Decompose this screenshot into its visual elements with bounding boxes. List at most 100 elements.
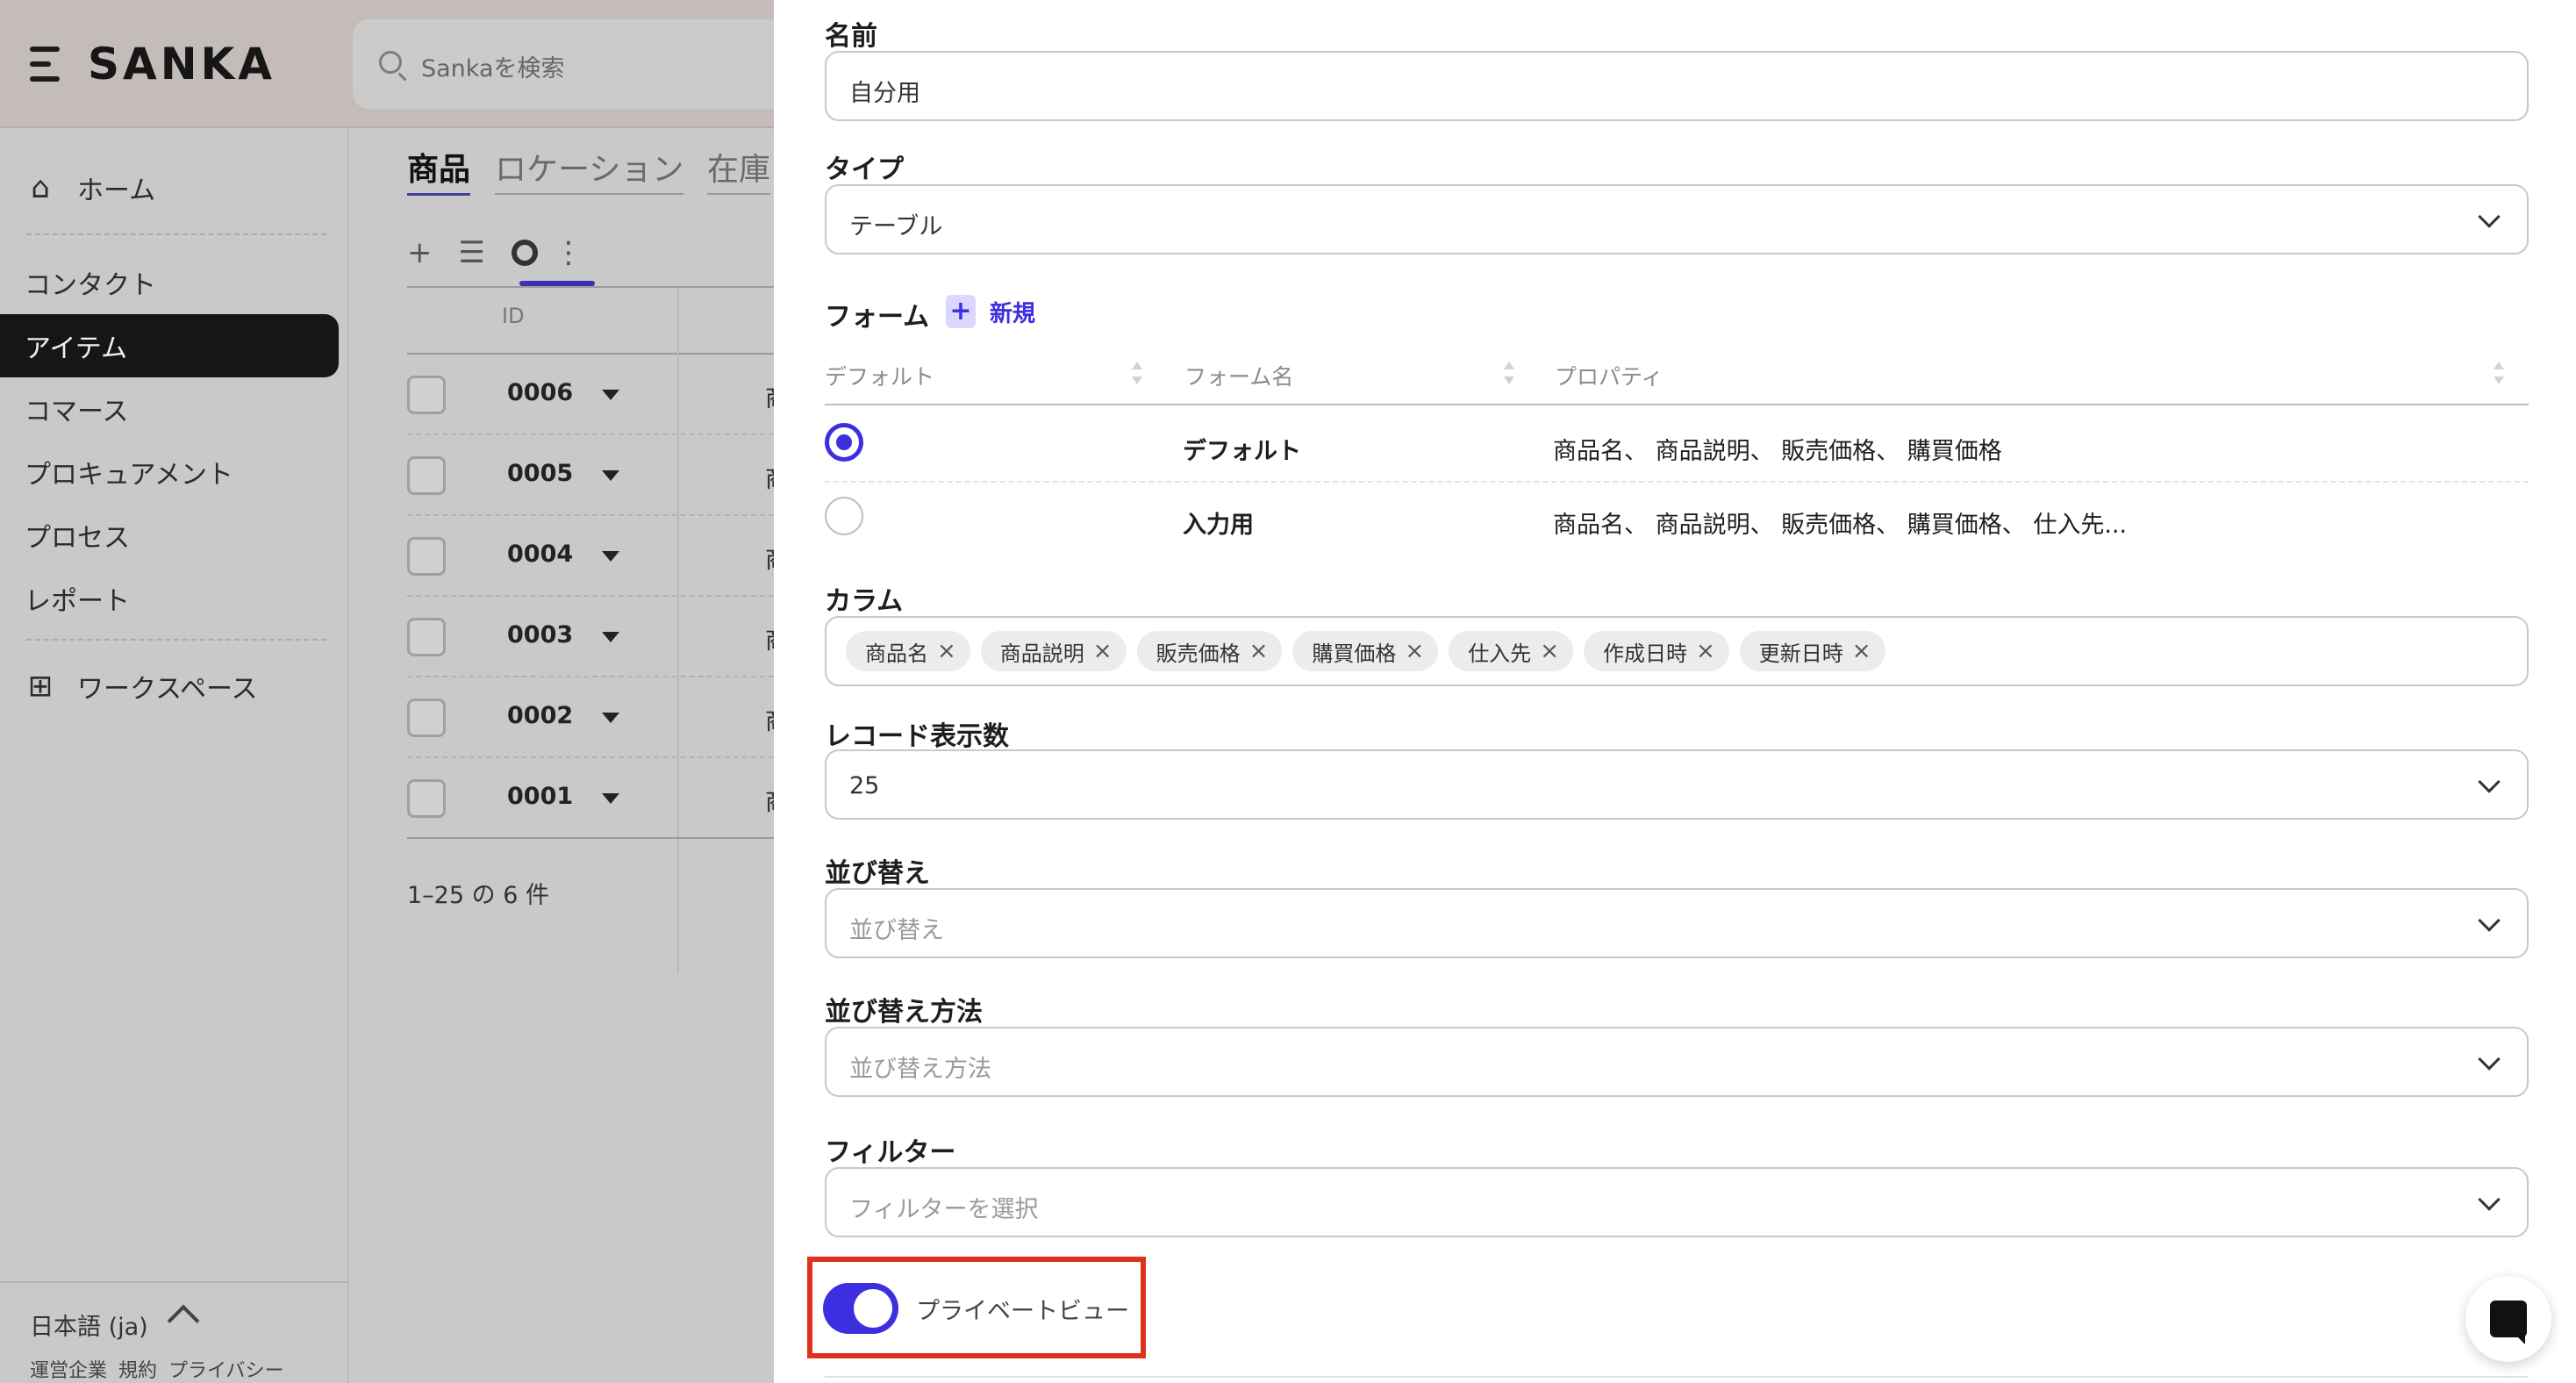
new-form-button[interactable]: + 新規 <box>946 295 1035 328</box>
more-options-icon[interactable]: ⋮ <box>554 235 583 270</box>
sidebar-item-commerce[interactable]: コマース <box>0 377 339 441</box>
sort-icon[interactable] <box>2494 362 2504 384</box>
close-icon[interactable]: × <box>1249 638 1269 664</box>
chip-label: 仕入先 <box>1468 641 1532 666</box>
sidebar-item-label: レポート <box>25 586 130 617</box>
sidebar-item-label: コマース <box>25 397 129 427</box>
sidebar-item-label: ホーム <box>77 176 156 206</box>
close-icon[interactable]: × <box>1540 638 1559 664</box>
default-radio[interactable] <box>825 423 863 462</box>
chip-label: 販売価格 <box>1156 641 1241 666</box>
sort-select[interactable]: 並び替え <box>825 888 2529 958</box>
sort-placeholder: 並び替え <box>849 917 944 944</box>
close-icon[interactable]: × <box>1405 638 1424 664</box>
close-icon[interactable]: × <box>1696 638 1715 664</box>
table-row[interactable]: 0001 商 <box>407 758 789 839</box>
close-icon[interactable]: × <box>937 638 956 664</box>
view-circle-icon[interactable] <box>511 240 538 266</box>
table-top-rule <box>407 286 774 288</box>
sidebar-item-label: ワークスペース <box>77 674 258 705</box>
chat-icon <box>2490 1301 2527 1344</box>
sort-icon[interactable] <box>1132 362 1142 384</box>
private-view-toggle[interactable] <box>823 1283 898 1334</box>
sidebar-item-process[interactable]: プロセス <box>0 504 339 567</box>
row-id: 0003 <box>507 621 574 649</box>
chevron-up-icon[interactable] <box>167 1304 200 1337</box>
caret-down-icon[interactable] <box>602 470 619 481</box>
menu-icon[interactable] <box>30 45 65 83</box>
row-checkbox[interactable] <box>407 376 446 414</box>
caret-down-icon[interactable] <box>602 632 619 642</box>
sidebar-item-items[interactable]: アイテム <box>0 314 339 377</box>
form-name: 入力用 <box>1183 512 1254 539</box>
column-chip[interactable]: 作成日時 × <box>1583 631 1729 671</box>
chevron-down-icon <box>2478 205 2501 228</box>
column-chip[interactable]: 更新日時 × <box>1739 631 1885 671</box>
table-row[interactable]: 0005 商 <box>407 435 789 516</box>
sort-icon[interactable] <box>1504 362 1514 384</box>
tab-locations[interactable]: ロケーション <box>495 144 684 195</box>
tab-inventory[interactable]: 在庫 <box>707 144 771 195</box>
column-chip[interactable]: 仕入先 × <box>1449 631 1573 671</box>
close-icon[interactable]: × <box>1852 638 1871 664</box>
records-select[interactable]: 25 <box>825 749 2529 820</box>
form-row: 入力用 商品名、 商品説明、 販売価格、 購買価格、 仕入先... <box>825 483 2529 556</box>
chevron-down-icon <box>2478 1048 2501 1071</box>
pagination-info: 1–25 の 6 件 <box>407 882 549 909</box>
toggle-knob <box>854 1289 892 1328</box>
filter-placeholder: フィルターを選択 <box>849 1196 1039 1223</box>
brand-logo[interactable]: SANKA <box>30 39 275 90</box>
row-id: 0004 <box>507 541 574 568</box>
caret-down-icon[interactable] <box>602 390 619 400</box>
table-row[interactable]: 0003 商 <box>407 597 789 677</box>
sidebar-item-label: プロキュアメント <box>25 460 233 491</box>
column-header-form-name[interactable]: フォーム名 <box>1184 360 1293 391</box>
add-view-icon[interactable]: + <box>407 235 433 270</box>
table-row[interactable]: 0006 商 <box>407 355 789 435</box>
table-row[interactable]: 0004 商 <box>407 516 789 597</box>
column-header-default[interactable]: デフォルト <box>825 360 934 391</box>
column-chip[interactable]: 購買価格 × <box>1292 631 1439 671</box>
search-bar[interactable]: Sankaを検索 <box>353 19 826 109</box>
default-radio[interactable] <box>825 497 863 535</box>
column-chip[interactable]: 販売価格 × <box>1136 631 1283 671</box>
column-header-id[interactable]: ID <box>502 304 525 328</box>
filter-label: フィルター <box>825 1137 956 1168</box>
sidebar-item-contacts[interactable]: コンタクト <box>0 251 339 314</box>
column-header-properties[interactable]: プロパティ <box>1555 360 1664 391</box>
footer-links[interactable]: 運営企業 規約 プライバシー <box>30 1355 284 1383</box>
sort-method-label: 並び替え方法 <box>825 997 983 1028</box>
row-checkbox[interactable] <box>407 779 446 818</box>
chat-button[interactable] <box>2465 1276 2551 1362</box>
row-checkbox[interactable] <box>407 618 446 656</box>
row-checkbox[interactable] <box>407 456 446 495</box>
caret-down-icon[interactable] <box>602 713 619 723</box>
row-checkbox[interactable] <box>407 537 446 576</box>
search-input[interactable]: Sankaを検索 <box>421 49 565 83</box>
caret-down-icon[interactable] <box>602 793 619 804</box>
language-selector[interactable]: 日本語 (ja) <box>30 1308 148 1342</box>
sidebar-item-reports[interactable]: レポート <box>0 567 339 630</box>
sidebar-item-home[interactable]: ⌂ ホーム <box>0 156 339 219</box>
row-id: 0005 <box>507 460 574 487</box>
tab-products[interactable]: 商品 <box>407 144 471 196</box>
sidebar-item-label: コンタクト <box>25 270 156 301</box>
close-icon[interactable]: × <box>1093 638 1113 664</box>
column-chip[interactable]: 商品説明 × <box>980 631 1127 671</box>
sidebar-item-procurement[interactable]: プロキュアメント <box>0 441 339 504</box>
filter-select[interactable]: フィルターを選択 <box>825 1167 2529 1237</box>
list-view-icon[interactable]: ☰ <box>459 235 485 270</box>
sidebar-item-workspace[interactable]: ⊞ ワークスペース <box>0 655 339 718</box>
columns-multiselect[interactable]: 商品名 × 商品説明 × 販売価格 × 購買価格 × 仕入先 × 作成日時 × 更新日時 × <box>825 616 2529 686</box>
caret-down-icon[interactable] <box>602 551 619 562</box>
divider <box>26 639 326 641</box>
column-chip[interactable]: 商品名 × <box>846 631 970 671</box>
name-input[interactable]: 自分用 <box>825 51 2529 121</box>
form-row: デフォルト 商品名、 商品説明、 販売価格、 購買価格 <box>825 409 2529 483</box>
type-select[interactable]: テーブル <box>825 184 2529 254</box>
table-row[interactable]: 0002 商 <box>407 677 789 758</box>
sort-method-select[interactable]: 並び替え方法 <box>825 1027 2529 1097</box>
row-checkbox[interactable] <box>407 699 446 737</box>
columns-label: カラム <box>825 586 904 617</box>
private-view-label: プライベートビュー <box>916 1298 1129 1325</box>
